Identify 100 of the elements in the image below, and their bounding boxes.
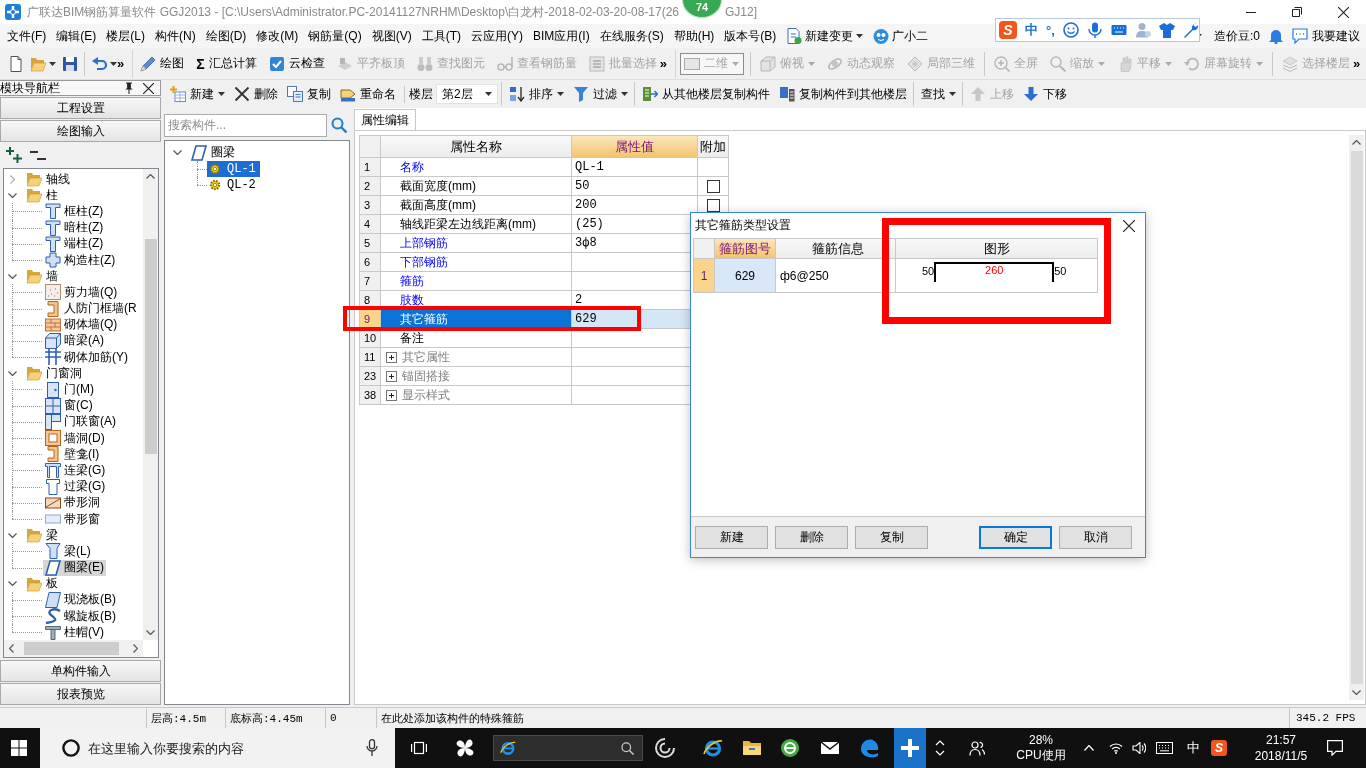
ring-swoosh-icon[interactable] [703, 738, 723, 758]
property-tab[interactable]: 属性编辑 [354, 109, 416, 130]
menu-item[interactable]: 编辑(E) [51, 26, 102, 46]
checkbox[interactable] [706, 179, 720, 193]
scroll-up-icon[interactable] [1352, 140, 1361, 145]
tree-item[interactable]: 柱帽(V) [43, 624, 106, 640]
tree-item[interactable]: 门(M) [43, 381, 96, 398]
menu-item[interactable]: 修改(M) [251, 26, 304, 46]
toolbar-button[interactable]: 新建 [167, 82, 228, 106]
smiley-icon[interactable] [1062, 22, 1079, 38]
menu-item[interactable]: BIM应用(I) [528, 26, 595, 46]
start-icon[interactable] [11, 740, 27, 756]
clock-time[interactable]: 21:57 [1266, 732, 1296, 748]
folder-icon[interactable] [742, 738, 762, 758]
section-button[interactable]: 工程设置 [0, 97, 161, 119]
property-value-cell[interactable]: 50 [572, 177, 698, 196]
notification-icon[interactable] [1327, 740, 1343, 756]
section-button[interactable]: 报表预览 [0, 683, 161, 705]
task-view-icon[interactable] [411, 740, 427, 756]
overflow-button[interactable]: » [1352, 56, 1361, 71]
menu-item[interactable]: 帮助(H) [668, 26, 720, 46]
expand-icon[interactable] [386, 351, 397, 363]
tree-item[interactable]: 连梁(G) [43, 462, 108, 479]
cancel-button[interactable]: 取消 [1059, 525, 1132, 549]
mic-icon[interactable] [1086, 22, 1103, 38]
tree-item[interactable]: 带形洞 [43, 494, 102, 511]
toolbar-button[interactable]: 删除 [231, 82, 281, 106]
ime-mode-toggle[interactable]: 中 [1025, 21, 1038, 39]
chevron-down-icon[interactable] [8, 192, 17, 198]
chevron-down-icon[interactable] [8, 370, 17, 376]
chevron-down-icon[interactable] [8, 532, 17, 538]
tree-item[interactable]: QL-2 [207, 177, 260, 193]
scrollbar-thumb[interactable] [1350, 151, 1363, 684]
toolbar-button[interactable]: 复制 [284, 82, 334, 106]
clock-date[interactable]: 2018/11/5 [1254, 748, 1308, 764]
scroll-down-icon[interactable] [146, 630, 155, 635]
bell-icon[interactable] [1268, 28, 1284, 44]
tree-item[interactable]: 墙洞(D) [43, 430, 107, 447]
input-language-indicator[interactable]: 中 [1187, 739, 1200, 757]
search-icon[interactable] [621, 741, 634, 755]
minimize-icon[interactable] [1246, 11, 1256, 13]
checkbox[interactable] [706, 198, 720, 212]
suggestion-button[interactable]: 我要建议 [1292, 27, 1360, 45]
toolbar-button[interactable]: 排序 [506, 82, 567, 106]
section-button[interactable]: 绘图输入 [0, 120, 161, 142]
people-icon[interactable] [969, 740, 985, 756]
tree-item[interactable]: 现浇板(B) [43, 591, 118, 608]
menu-item[interactable]: 绘图(D) [200, 26, 252, 46]
table-cell[interactable]: 629 [715, 259, 776, 293]
expand-icon[interactable] [386, 389, 397, 401]
tree-item[interactable]: 圈梁(E) [43, 559, 106, 576]
table-cell[interactable]: ф6@250 [776, 259, 896, 293]
tree-item[interactable]: 窗(C) [43, 397, 95, 414]
expand-icon[interactable] [386, 370, 397, 382]
ring-bar-icon[interactable] [780, 738, 800, 758]
toolbar-button[interactable]: 绘图 [137, 51, 188, 76]
microphone-icon[interactable] [366, 739, 378, 756]
tree-item[interactable]: 带形窗 [43, 511, 102, 528]
tree-item[interactable]: 框柱(Z) [43, 203, 106, 220]
tree-folder[interactable]: 轴线 [8, 171, 143, 188]
toolbar-button[interactable]: 查找 [918, 82, 959, 106]
column-header[interactable]: 属性名称 [381, 136, 572, 158]
tree-item[interactable]: 暗柱(Z) [43, 219, 106, 236]
tree-item[interactable]: 砌体加筋(Y) [43, 349, 130, 366]
toolbar-button[interactable]: 云检查 [265, 51, 328, 76]
floor-select[interactable]: 第2层 [436, 84, 498, 104]
chevron-down-icon[interactable] [8, 273, 17, 279]
menu-item[interactable]: 云应用(Y) [466, 26, 528, 46]
chevron-down-icon[interactable] [8, 581, 17, 587]
tree-item[interactable]: 螺旋板(B) [43, 608, 118, 625]
column-header[interactable]: 箍筋信息 [776, 239, 896, 259]
close-icon[interactable] [1123, 219, 1135, 232]
plus-icon[interactable] [894, 728, 926, 768]
scrollbar-thumb[interactable] [144, 239, 157, 454]
tree-item[interactable]: 门联窗(A) [43, 413, 118, 430]
tree-folder[interactable]: 门窗洞 [8, 365, 143, 382]
punctuation-toggle[interactable]: °, [1046, 22, 1055, 38]
menu-item[interactable]: 楼层(L) [101, 26, 150, 46]
keyboard-icon[interactable] [1156, 742, 1173, 754]
tree-item[interactable]: 过梁(G) [43, 478, 108, 495]
menu-item[interactable]: 钢筋量(Q) [303, 26, 367, 46]
menu-item[interactable]: 文件(F) [2, 26, 52, 46]
scroll-down-icon[interactable] [1352, 690, 1361, 695]
swirl-icon[interactable] [655, 738, 675, 758]
tree-item[interactable]: 暗梁(A) [43, 332, 106, 349]
delete-button[interactable]: 删除 [775, 525, 848, 549]
property-value-cell[interactable]: QL-1 [572, 158, 698, 177]
scrollbar[interactable] [4, 640, 143, 657]
chevron-down-icon[interactable] [173, 150, 182, 155]
section-button[interactable]: 单构件输入 [0, 660, 161, 682]
search-field[interactable]: 搜索构件... [164, 113, 327, 137]
column-header[interactable]: 属性值 [572, 136, 698, 158]
close-icon[interactable] [1337, 6, 1349, 18]
column-header[interactable]: 附加 [698, 136, 729, 158]
tree-folder[interactable]: 梁 [8, 527, 143, 544]
menu-button[interactable]: 新建变更 [781, 26, 869, 46]
pin-icon[interactable] [123, 82, 135, 94]
scroll-up-icon[interactable] [146, 174, 155, 179]
tree-folder[interactable]: 板 [8, 575, 143, 592]
ok-button[interactable]: 确定 [979, 525, 1052, 549]
